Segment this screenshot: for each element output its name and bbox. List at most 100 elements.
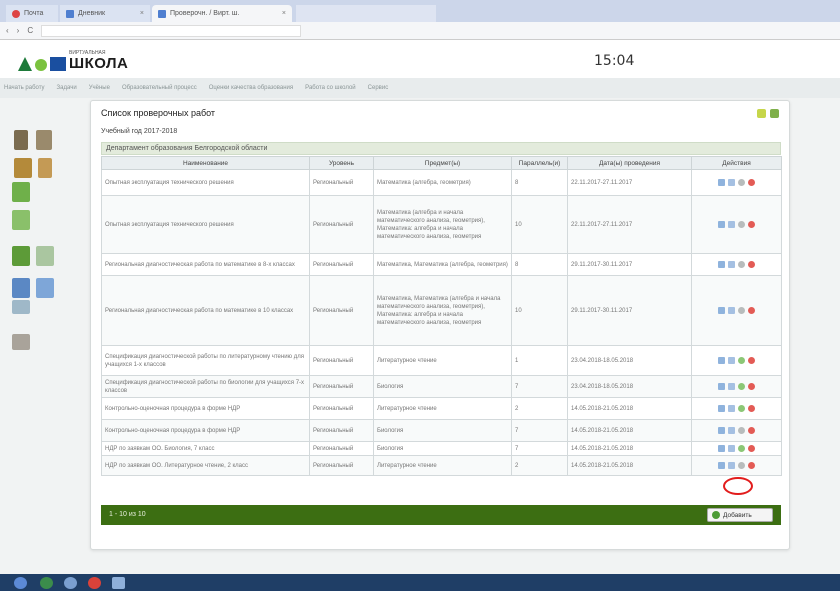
journal-icon[interactable] bbox=[36, 246, 54, 266]
col-dates[interactable]: Дата(ы) проведения bbox=[567, 156, 692, 170]
cell-grade: 8 bbox=[511, 253, 568, 276]
close-tab-icon[interactable]: × bbox=[282, 10, 286, 17]
view-icon[interactable] bbox=[718, 405, 725, 412]
edit-icon[interactable] bbox=[728, 357, 735, 364]
nav-item[interactable]: Учёные bbox=[89, 85, 110, 91]
view-icon[interactable] bbox=[718, 462, 725, 469]
cell-actions bbox=[691, 419, 782, 442]
delete-icon[interactable] bbox=[748, 221, 755, 228]
close-tab-icon[interactable]: × bbox=[140, 10, 144, 17]
add-button[interactable]: Добавить bbox=[707, 508, 773, 522]
logo[interactable]: ВИРТУАЛЬНАЯ ШКОЛА bbox=[18, 51, 128, 71]
delete-icon[interactable] bbox=[748, 383, 755, 390]
status-icon[interactable] bbox=[738, 462, 745, 469]
col-subject[interactable]: Предмет(ы) bbox=[373, 156, 512, 170]
nav-item[interactable]: Задачи bbox=[57, 85, 77, 91]
nav-item[interactable]: Работа со школой bbox=[305, 85, 356, 91]
app-icon[interactable] bbox=[64, 577, 77, 589]
browser-tab-active[interactable]: Проверочн. / Вирт. ш. × bbox=[152, 5, 292, 22]
delete-icon[interactable] bbox=[748, 357, 755, 364]
chair-icon[interactable] bbox=[38, 158, 52, 178]
url-input[interactable] bbox=[41, 24, 302, 37]
back-icon[interactable]: ‹ bbox=[6, 26, 9, 35]
delete-icon[interactable] bbox=[748, 179, 755, 186]
status-icon[interactable] bbox=[738, 445, 745, 452]
nav-item[interactable]: Сервис bbox=[368, 85, 389, 91]
table-row: Спецификация диагностической работы по б… bbox=[101, 375, 782, 398]
view-icon[interactable] bbox=[718, 427, 725, 434]
delete-icon[interactable] bbox=[748, 307, 755, 314]
works-table: Наименование Уровень Предмет(ы) Параллел… bbox=[101, 156, 782, 476]
cell-name: Региональная диагностическая работа по м… bbox=[101, 253, 310, 276]
opera-icon[interactable] bbox=[88, 577, 101, 589]
cell-actions bbox=[691, 275, 782, 346]
view-icon[interactable] bbox=[718, 383, 725, 390]
edit-icon[interactable] bbox=[728, 307, 735, 314]
status-icon[interactable] bbox=[738, 261, 745, 268]
cell-level: Региональный bbox=[309, 397, 374, 420]
view-icon[interactable] bbox=[718, 261, 725, 268]
delete-icon[interactable] bbox=[748, 462, 755, 469]
cell-subject: Математика (алгебра, геометрия) bbox=[373, 169, 512, 196]
cell-level: Региональный bbox=[309, 169, 374, 196]
status-icon[interactable] bbox=[738, 357, 745, 364]
calendar-icon[interactable] bbox=[12, 278, 30, 298]
col-name[interactable]: Наименование bbox=[101, 156, 310, 170]
tab-label: Дневник bbox=[78, 10, 106, 17]
board-icon[interactable] bbox=[12, 182, 30, 202]
pager-info: 1 - 10 из 10 bbox=[109, 511, 146, 518]
view-icon[interactable] bbox=[718, 307, 725, 314]
view-icon[interactable] bbox=[718, 221, 725, 228]
status-icon[interactable] bbox=[738, 383, 745, 390]
monitor-icon[interactable] bbox=[36, 278, 54, 298]
delete-icon[interactable] bbox=[748, 261, 755, 268]
start-icon[interactable] bbox=[14, 577, 27, 589]
col-level[interactable]: Уровень bbox=[309, 156, 374, 170]
app-icon[interactable] bbox=[112, 577, 125, 589]
school-year: Учебный год 2017-2018 bbox=[101, 128, 178, 135]
address-bar-row: ‹ › C bbox=[0, 22, 840, 40]
edit-icon[interactable] bbox=[728, 383, 735, 390]
teacher-icon[interactable] bbox=[36, 130, 52, 150]
forward-icon[interactable]: › bbox=[17, 26, 20, 35]
home-icon[interactable] bbox=[12, 334, 30, 350]
edit-icon[interactable] bbox=[728, 405, 735, 412]
edit-icon[interactable] bbox=[728, 462, 735, 469]
status-icon[interactable] bbox=[738, 405, 745, 412]
view-icon[interactable] bbox=[718, 445, 725, 452]
col-grade[interactable]: Параллель(и) bbox=[511, 156, 568, 170]
print-icon[interactable] bbox=[770, 109, 779, 118]
status-icon[interactable] bbox=[738, 179, 745, 186]
status-icon[interactable] bbox=[738, 221, 745, 228]
browser-tab-mail[interactable]: Почта bbox=[6, 5, 58, 22]
edit-icon[interactable] bbox=[728, 261, 735, 268]
nav-item[interactable]: Образовательный процесс bbox=[122, 85, 197, 91]
view-icon[interactable] bbox=[718, 179, 725, 186]
status-icon[interactable] bbox=[738, 307, 745, 314]
grade-icon[interactable] bbox=[12, 210, 30, 230]
edit-icon[interactable] bbox=[728, 427, 735, 434]
department-row[interactable]: Департамент образования Белгородской обл… bbox=[101, 142, 781, 155]
reload-icon[interactable]: C bbox=[27, 26, 33, 35]
nav-item[interactable]: Оценки качества образования bbox=[209, 85, 293, 91]
cell-grade: 2 bbox=[511, 397, 568, 420]
user-icon[interactable] bbox=[14, 130, 28, 150]
status-icon[interactable] bbox=[738, 427, 745, 434]
app-icon[interactable] bbox=[40, 577, 53, 589]
edit-icon[interactable] bbox=[728, 445, 735, 452]
book-icon[interactable] bbox=[12, 246, 30, 266]
edit-icon[interactable] bbox=[728, 221, 735, 228]
delete-icon[interactable] bbox=[748, 405, 755, 412]
delete-icon[interactable] bbox=[748, 445, 755, 452]
report-icon[interactable] bbox=[12, 300, 30, 314]
view-icon[interactable] bbox=[718, 357, 725, 364]
delete-icon[interactable] bbox=[748, 427, 755, 434]
cell-dates: 23.04.2018-18.05.2018 bbox=[567, 345, 692, 376]
table-row: НДР по заявкам ОО. Литературное чтение, … bbox=[101, 455, 782, 476]
browser-tab-blank[interactable] bbox=[296, 5, 436, 22]
help-icon[interactable] bbox=[757, 109, 766, 118]
browser-tab-diary[interactable]: Дневник × bbox=[60, 5, 150, 22]
edit-icon[interactable] bbox=[728, 179, 735, 186]
chart-icon[interactable] bbox=[14, 158, 32, 178]
nav-item[interactable]: Начать работу bbox=[4, 85, 45, 91]
